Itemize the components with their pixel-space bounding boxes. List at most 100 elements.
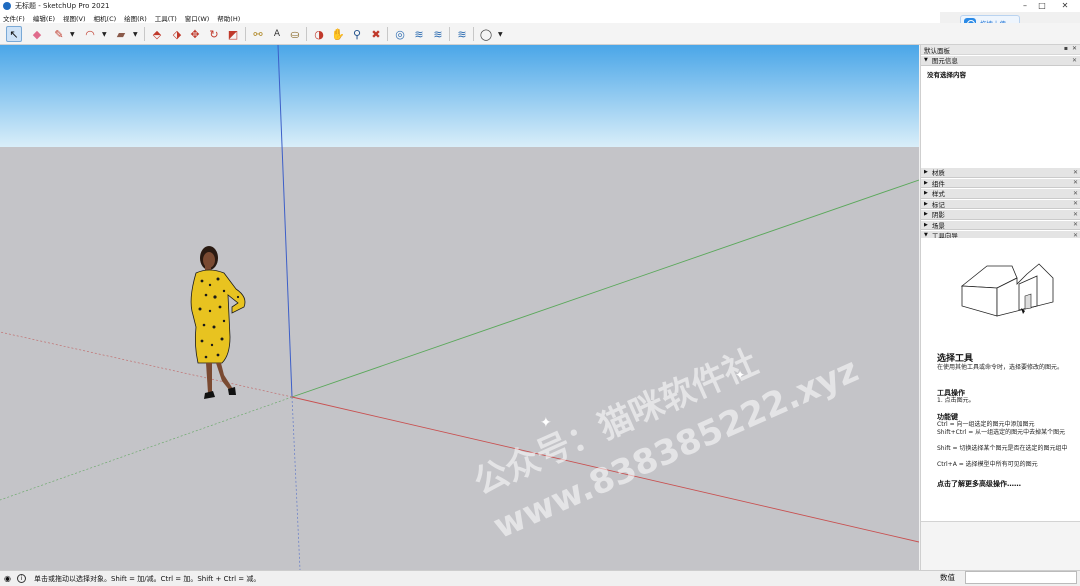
- section-close-icon[interactable]: ✕: [1073, 169, 1078, 176]
- measurements-input[interactable]: [965, 571, 1077, 584]
- main-toolbar: ↖ ◆ ✎ ▼ ◠ ▼ ▰ ▼ ⬘ ⬗ ✥ ↻ ◩ ⚯ A ⛀ ◑ ✋ ⚲ ✖ …: [0, 23, 1080, 45]
- entity-info-body: 没有选择内容: [921, 65, 1080, 171]
- section-close-icon[interactable]: ✕: [1073, 200, 1078, 207]
- info-icon[interactable]: i: [16, 574, 26, 583]
- instructor-key-ctrl-a: Ctrl+A = 选择模型中所有可见的图元: [937, 461, 1038, 468]
- text-tool-icon[interactable]: A: [269, 26, 285, 42]
- follow-me-tool-icon[interactable]: ⬗: [169, 26, 185, 42]
- section-components[interactable]: ▶ 组件 ✕: [921, 177, 1080, 188]
- close-button[interactable]: ✕: [1050, 0, 1080, 12]
- layout-icon[interactable]: ≋: [430, 26, 446, 42]
- tray-close-icon[interactable]: ✕: [1072, 45, 1077, 52]
- zoom-tool-icon[interactable]: ⚲: [349, 26, 365, 42]
- account-dropdown-caret-icon[interactable]: ▼: [498, 31, 503, 38]
- default-tray-panel: 默认面板 ▪ ✕ ▼ 图元信息 ✕ 没有选择内容 ▶ 材质 ✕ ▶ 组件 ✕ ▶ 样式 ✕ …: [920, 45, 1080, 570]
- menu-window[interactable]: 窗口(W): [181, 13, 214, 23]
- instructor-house-illustration: [960, 263, 1054, 317]
- shape-tool-icon[interactable]: ▰: [113, 26, 129, 42]
- select-tool-icon[interactable]: ↖: [6, 26, 22, 42]
- menu-bar: 文件(F) 编辑(E) 视图(V) 相机(C) 绘图(R) 工具(T) 窗口(W…: [0, 12, 940, 23]
- section-close-icon[interactable]: ✕: [1073, 211, 1078, 218]
- expand-arrow-icon: ▶: [924, 169, 928, 176]
- section-label: 阴影: [931, 211, 945, 220]
- menu-tools[interactable]: 工具(T): [151, 13, 181, 23]
- instructor-content: 选择工具 在使用其他工具或命令时，选择要修改的图元。 工具操作 1. 点击图元。…: [921, 238, 1080, 528]
- toolbar-separator: [387, 27, 388, 41]
- menu-edit[interactable]: 编辑(E): [29, 13, 59, 23]
- instructor-title: 选择工具: [937, 354, 974, 364]
- instructor-more-link[interactable]: 点击了解更多高级操作……: [937, 479, 1021, 489]
- section-close-icon[interactable]: ✕: [1073, 179, 1078, 186]
- arc-dropdown-caret-icon[interactable]: ▼: [102, 31, 107, 38]
- sky-area: [0, 45, 919, 147]
- toolbar-separator: [449, 27, 450, 41]
- georeference-icon[interactable]: ◉: [4, 574, 11, 583]
- instructor-key-ctrl: Ctrl = 向一组选定的图元中添加图元: [937, 421, 1035, 428]
- push-pull-tool-icon[interactable]: ⬘: [149, 26, 165, 42]
- tray-title: 默认面板: [924, 46, 950, 55]
- rotate-tool-icon[interactable]: ↻: [206, 26, 222, 42]
- tray-header: 默认面板 ▪ ✕: [921, 45, 1080, 55]
- pencil-dropdown-caret-icon[interactable]: ▼: [70, 31, 75, 38]
- panel-footer: [921, 521, 1080, 570]
- move-tool-icon[interactable]: ✥: [187, 26, 203, 42]
- section-materials[interactable]: ▶ 材质 ✕: [921, 167, 1080, 178]
- model-viewport[interactable]: 公众号：猫咪软件社 www.838385222.xyz ✦ ✦: [0, 45, 919, 570]
- orbit-tool-icon[interactable]: ◑: [311, 26, 327, 42]
- extension-warehouse-icon[interactable]: ≋: [411, 26, 427, 42]
- 3d-warehouse-icon[interactable]: ◎: [392, 26, 408, 42]
- section-scenes[interactable]: ▶ 场景 ✕: [921, 219, 1080, 230]
- collapse-arrow-icon: ▼: [924, 57, 928, 64]
- window-title: 无标题 - SketchUp Pro 2021: [15, 2, 110, 10]
- menu-view[interactable]: 视图(V): [59, 13, 90, 23]
- tape-measure-tool-icon[interactable]: ⚯: [250, 26, 266, 42]
- status-bar: ◉ i 单击或拖动以选择对象。Shift = 加/减。Ctrl = 加。Shif…: [0, 570, 1080, 586]
- menu-draw[interactable]: 绘图(R): [120, 13, 151, 23]
- section-entity-info[interactable]: ▼ 图元信息 ✕: [921, 55, 1080, 66]
- section-tags[interactable]: ▶ 标记 ✕: [921, 198, 1080, 209]
- entity-info-title: 图元信息: [931, 57, 958, 66]
- section-label: 组件: [931, 179, 945, 188]
- toolbar-separator: [473, 27, 474, 41]
- section-close-icon[interactable]: ✕: [1072, 57, 1077, 64]
- section-close-icon[interactable]: ✕: [1073, 190, 1078, 197]
- section-close-icon[interactable]: ✕: [1073, 221, 1078, 228]
- pin-icon[interactable]: ▪: [1064, 45, 1068, 52]
- section-label: 标记: [931, 200, 945, 209]
- expand-arrow-icon: ▶: [924, 190, 928, 197]
- sparkle-icon: ✦: [735, 368, 745, 382]
- sparkle-icon: ✦: [540, 415, 552, 431]
- pencil-tool-icon[interactable]: ✎: [51, 26, 67, 42]
- status-hint: 单击或拖动以选择对象。Shift = 加/减。Ctrl = 加。Shift + …: [33, 574, 261, 583]
- toolbar-separator: [144, 27, 145, 41]
- pan-tool-icon[interactable]: ✋: [330, 26, 346, 42]
- instructor-key-shift-ctrl: Shift+Ctrl = 从一组选定的图元中去掉某个图元: [937, 429, 1066, 436]
- shape-dropdown-caret-icon[interactable]: ▼: [133, 31, 138, 38]
- no-selection-label: 没有选择内容: [927, 70, 966, 79]
- instructor-description: 在使用其他工具或命令时，选择要修改的图元。: [937, 364, 1064, 371]
- menu-camera[interactable]: 相机(C): [90, 13, 121, 23]
- eraser-tool-icon[interactable]: ◆: [29, 26, 45, 42]
- title-bar: 无标题 - SketchUp Pro 2021 – □ ✕: [0, 0, 1080, 12]
- scale-tool-icon[interactable]: ◩: [225, 26, 241, 42]
- sketchup-app-icon: [3, 2, 11, 10]
- section-label: 样式: [931, 190, 945, 199]
- viewport-canvas[interactable]: 公众号：猫咪软件社 www.838385222.xyz ✦ ✦: [0, 45, 919, 570]
- ground-area: [0, 147, 919, 570]
- section-label: 材质: [931, 169, 945, 178]
- extension-manager-icon[interactable]: ≋: [454, 26, 470, 42]
- section-shadows[interactable]: ▶ 阴影 ✕: [921, 209, 1080, 220]
- expand-arrow-icon: ▶: [924, 221, 928, 228]
- menu-file[interactable]: 文件(F): [0, 13, 29, 23]
- toolbar-separator: [306, 27, 307, 41]
- expand-arrow-icon: ▶: [924, 211, 928, 218]
- measurements-label: 数值: [940, 573, 955, 582]
- menu-help[interactable]: 帮助(H): [213, 13, 244, 23]
- section-label: 场景: [931, 221, 945, 230]
- paint-bucket-tool-icon[interactable]: ⛀: [287, 26, 303, 42]
- arc-tool-icon[interactable]: ◠: [82, 26, 98, 42]
- account-icon[interactable]: ◯: [478, 26, 494, 42]
- zoom-extents-tool-icon[interactable]: ✖: [368, 26, 384, 42]
- section-styles[interactable]: ▶ 样式 ✕: [921, 188, 1080, 199]
- expand-arrow-icon: ▶: [924, 179, 928, 186]
